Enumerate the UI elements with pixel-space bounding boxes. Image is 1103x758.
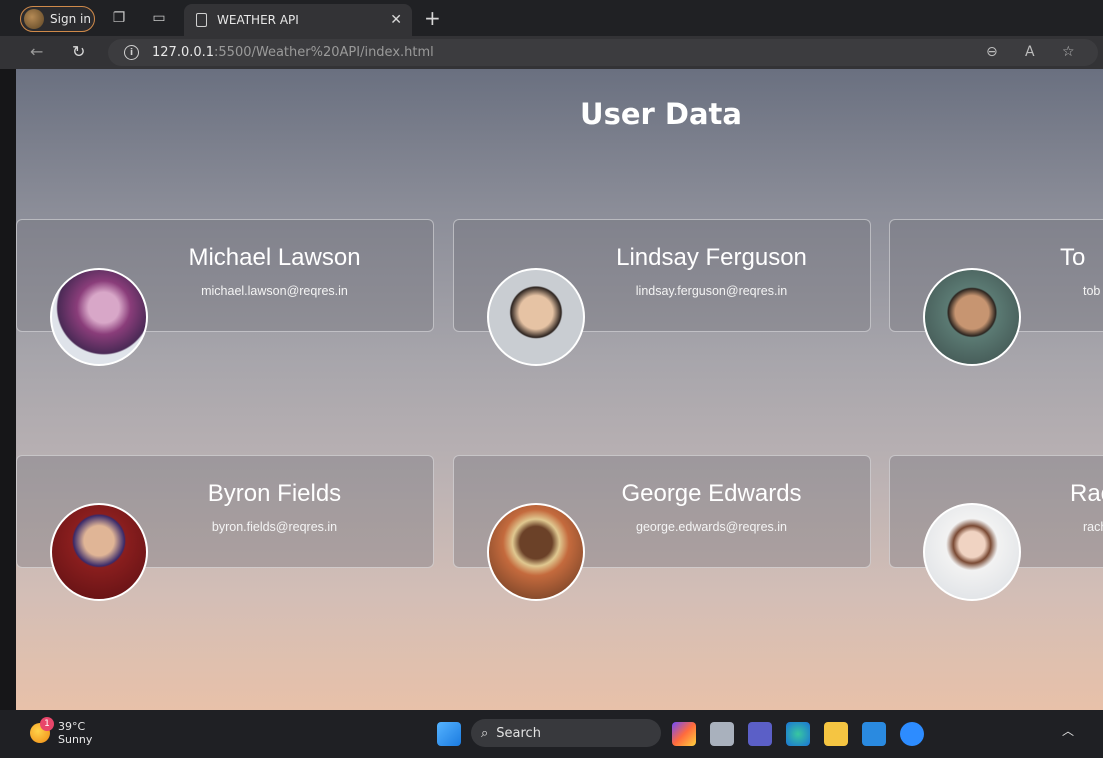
task-view-icon[interactable] <box>710 722 734 746</box>
sign-in-label: Sign in <box>50 12 91 26</box>
user-name: To <box>1060 244 1086 271</box>
user-avatar <box>50 503 148 601</box>
user-avatar <box>50 268 148 366</box>
sun-icon: 1 <box>30 717 54 743</box>
url-host: 127.0.0.1 <box>152 45 215 60</box>
url-path: :5500/Weather%20API/index.html <box>214 45 434 60</box>
windows-start-icon[interactable] <box>437 722 461 746</box>
site-info-icon[interactable]: i <box>124 45 139 60</box>
notification-badge: 1 <box>40 717 54 731</box>
refresh-icon[interactable]: ↻ <box>72 42 85 61</box>
tab-weather-api[interactable]: WEATHER API ✕ <box>184 4 412 36</box>
window-edge <box>0 69 16 710</box>
back-icon[interactable]: ← <box>30 42 43 61</box>
edge-icon[interactable] <box>786 722 810 746</box>
file-explorer-icon[interactable] <box>824 722 848 746</box>
user-avatar <box>923 268 1021 366</box>
zoom-app-icon[interactable] <box>900 722 924 746</box>
copilot-icon[interactable] <box>672 722 696 746</box>
tab-bar: Sign in ❐ ▭ WEATHER API ✕ + <box>0 0 1103 36</box>
page-viewport: User Data Michael Lawson michael.lawson@… <box>16 69 1103 710</box>
weather-widget[interactable]: 1 39°C Sunny <box>30 717 93 746</box>
workspaces-icon[interactable]: ❐ <box>110 9 128 27</box>
user-avatar <box>487 268 585 366</box>
user-avatar <box>923 503 1021 601</box>
teams-icon[interactable] <box>748 722 772 746</box>
profile-avatar <box>24 9 44 29</box>
user-name: Rac <box>1070 480 1103 507</box>
search-label: Search <box>496 725 541 741</box>
read-aloud-icon[interactable]: A <box>1025 44 1035 60</box>
close-tab-icon[interactable]: ✕ <box>390 12 402 28</box>
tab-title: WEATHER API <box>217 13 299 27</box>
url-field[interactable]: i 127.0.0.1:5500/Weather%20API/index.htm… <box>108 39 1098 66</box>
user-avatar <box>487 503 585 601</box>
sign-in-button[interactable]: Sign in <box>20 6 95 32</box>
search-icon: ⌕ <box>481 725 489 741</box>
chevron-up-icon[interactable]: ︿ <box>1062 722 1076 746</box>
weather-temperature: 39°C <box>58 720 86 733</box>
vscode-icon[interactable] <box>862 722 886 746</box>
taskbar-search[interactable]: ⌕ Search <box>471 719 661 747</box>
weather-condition: Sunny <box>58 733 93 746</box>
favorite-star-icon[interactable]: ☆ <box>1062 44 1075 60</box>
user-email: rach <box>1083 520 1103 534</box>
address-bar-row: ← ↻ i 127.0.0.1:5500/Weather%20API/index… <box>0 36 1103 69</box>
taskbar: 1 39°C Sunny ⌕ Search ︿ <box>0 710 1103 758</box>
user-email: tob <box>1083 284 1101 298</box>
new-tab-icon[interactable]: + <box>424 6 441 30</box>
zoom-icon[interactable]: ⊖ <box>986 44 998 60</box>
tab-actions-icon[interactable]: ▭ <box>150 9 168 27</box>
page-icon <box>196 13 207 27</box>
page-title: User Data <box>580 97 742 131</box>
